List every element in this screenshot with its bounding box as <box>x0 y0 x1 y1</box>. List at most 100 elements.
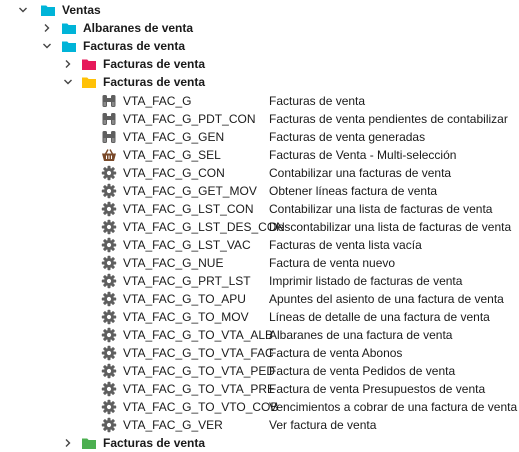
folder-icon <box>82 77 96 88</box>
tree-leaf-item[interactable]: VTA_FAC_G_LST_DES_CON Descontabilizar una… <box>0 218 519 236</box>
tree-leaf-item[interactable]: VTA_FAC_G_PDT_CON Facturas de venta pendi… <box>0 110 519 128</box>
item-description: Contabilizar una facturas de venta <box>269 166 452 180</box>
tree-leaf-item[interactable]: VTA_FAC_G_NUE Factura de venta nuevo <box>0 254 519 272</box>
gear-icon <box>101 399 117 415</box>
tree-node-label: Facturas de venta <box>103 57 206 71</box>
tree-leaf-item[interactable]: VTA_FAC_G_TO_VTA_ALB Albaranes de una fac… <box>0 326 519 344</box>
tree-node-label: Facturas de venta <box>83 39 186 53</box>
chevron-down-icon[interactable] <box>62 73 74 91</box>
gear-icon <box>101 309 117 325</box>
tree-node-label: Facturas de venta <box>103 75 206 89</box>
tree-node-label: Ventas <box>62 3 101 17</box>
item-description: Obtener líneas factura de venta <box>269 184 438 198</box>
tree-node-label: Facturas de venta <box>103 436 206 450</box>
item-description: Factura de venta Pedidos de venta <box>269 364 456 378</box>
tree-leaf-item[interactable]: VTA_FAC_G_TO_VTA_PRE Factura de venta Pre… <box>0 380 519 398</box>
item-description: Vencimientos a cobrar de una factura de … <box>269 400 518 414</box>
basket-icon <box>101 147 117 163</box>
item-code: VTA_FAC_G_GEN <box>123 130 225 144</box>
item-code: VTA_FAC_G_TO_VTA_FAC <box>123 346 274 360</box>
item-code: VTA_FAC_G_TO_MOV <box>123 310 249 324</box>
gear-icon <box>101 363 117 379</box>
chevron-right-icon[interactable] <box>62 55 74 73</box>
item-description: Facturas de venta <box>269 94 366 108</box>
item-description: Líneas de detalle de una factura de vent… <box>269 310 490 324</box>
binoculars-icon <box>101 129 117 145</box>
item-code: VTA_FAC_G_TO_VTA_PED <box>123 364 276 378</box>
tree-node-label: Albaranes de venta <box>83 21 194 35</box>
folder-icon <box>82 438 96 449</box>
gear-icon <box>101 345 117 361</box>
item-description: Factura de venta Presupuestos de venta <box>269 382 486 396</box>
tree-leaf-item[interactable]: VTA_FAC_G_LST_VAC Facturas de venta lista… <box>0 236 519 254</box>
tree-leaf-item[interactable]: VTA_FAC_G_TO_APU Apuntes del asiento de u… <box>0 290 519 308</box>
item-description: Imprimir listado de facturas de venta <box>269 274 463 288</box>
item-description: Factura de venta nuevo <box>269 256 396 270</box>
tree-leaf-item[interactable]: VTA_FAC_G_SEL Facturas de Venta - Multi-s… <box>0 146 519 164</box>
chevron-down-icon[interactable] <box>17 1 29 19</box>
chevron-right-icon[interactable] <box>41 19 53 37</box>
gear-icon <box>101 219 117 235</box>
item-code: VTA_FAC_G_TO_APU <box>123 292 246 306</box>
tree-node-facturas-de-venta-green[interactable]: Facturas de venta <box>0 434 519 452</box>
item-description: Descontabilizar una lista de facturas de… <box>269 220 512 234</box>
tree-leaf-item[interactable]: VTA_FAC_G_GEN Facturas de venta generadas <box>0 128 519 146</box>
chevron-down-icon[interactable] <box>41 37 53 55</box>
item-code: VTA_FAC_G_NUE <box>123 256 224 270</box>
item-description: Facturas de venta pendientes de contabil… <box>269 112 508 126</box>
gear-icon <box>101 327 117 343</box>
tree-leaf-item[interactable]: VTA_FAC_G_GET_MOV Obtener líneas factura … <box>0 182 519 200</box>
binoculars-icon <box>101 93 117 109</box>
item-description: Ver factura de venta <box>269 418 377 432</box>
item-code: VTA_FAC_G_PRT_LST <box>123 274 251 288</box>
tree-leaf-item[interactable]: VTA_FAC_G_CON Contabilizar una facturas d… <box>0 164 519 182</box>
tree-leaf-item[interactable]: VTA_FAC_G_TO_VTA_PED Factura de venta Ped… <box>0 362 519 380</box>
gear-icon <box>101 201 117 217</box>
gear-icon <box>101 165 117 181</box>
tree-leaf-item[interactable]: VTA_FAC_G_TO_MOV Líneas de detalle de una… <box>0 308 519 326</box>
item-code: VTA_FAC_G_TO_VTA_PRE <box>123 382 276 396</box>
folder-icon <box>41 5 55 16</box>
tree-node-albaranes-de-venta[interactable]: Albaranes de venta <box>0 19 519 37</box>
gear-icon <box>101 381 117 397</box>
gear-icon <box>101 273 117 289</box>
item-description: Facturas de venta lista vacía <box>269 238 422 252</box>
item-code: VTA_FAC_G_VER <box>123 418 223 432</box>
item-description: Facturas de Venta - Multi-selección <box>269 148 457 162</box>
tree-node-facturas-de-venta-yellow[interactable]: Facturas de venta <box>0 73 519 91</box>
item-code: VTA_FAC_G_LST_DES_CON <box>123 220 285 234</box>
binoculars-icon <box>101 111 117 127</box>
item-code: VTA_FAC_G_GET_MOV <box>123 184 257 198</box>
item-code: VTA_FAC_G_CON <box>123 166 225 180</box>
item-code: VTA_FAC_G_LST_CON <box>123 202 254 216</box>
item-description: Factura de venta Abonos <box>269 346 403 360</box>
tree-node-ventas[interactable]: Ventas <box>0 1 519 19</box>
item-code: VTA_FAC_G_TO_VTA_ALB <box>123 328 274 342</box>
item-code: VTA_FAC_G_SEL <box>123 148 221 162</box>
item-description: Apuntes del asiento de una factura de ve… <box>269 292 504 306</box>
chevron-right-icon[interactable] <box>62 434 74 452</box>
tree-leaf-item[interactable]: VTA_FAC_G_TO_VTA_FAC Factura de venta Abo… <box>0 344 519 362</box>
tree-leaf-item[interactable]: VTA_FAC_G_PRT_LST Imprimir listado de fac… <box>0 272 519 290</box>
tree-leaf-item[interactable]: VTA_FAC_G_VER Ver factura de venta <box>0 416 519 434</box>
folder-icon <box>62 41 76 52</box>
item-code: VTA_FAC_G_PDT_CON <box>123 112 256 126</box>
folder-icon <box>62 23 76 34</box>
item-description: Facturas de venta generadas <box>269 130 426 144</box>
item-code: VTA_FAC_G <box>123 94 192 108</box>
item-code: VTA_FAC_G_LST_VAC <box>123 238 251 252</box>
gear-icon <box>101 255 117 271</box>
folder-icon <box>82 59 96 70</box>
tree-node-facturas-de-venta-pink[interactable]: Facturas de venta <box>0 55 519 73</box>
tree-leaf-item[interactable]: VTA_FAC_G Facturas de venta <box>0 92 519 110</box>
tree-leaf-item[interactable]: VTA_FAC_G_TO_VTO_COB Vencimientos a cobra… <box>0 398 519 416</box>
tree-node-facturas-de-venta[interactable]: Facturas de venta <box>0 37 519 55</box>
gear-icon <box>101 291 117 307</box>
item-code: VTA_FAC_G_TO_VTO_COB <box>123 400 279 414</box>
gear-icon <box>101 417 117 433</box>
gear-icon <box>101 183 117 199</box>
item-description: Albaranes de una factura de venta <box>269 328 453 342</box>
gear-icon <box>101 237 117 253</box>
item-description: Contabilizar una lista de facturas de ve… <box>269 202 493 216</box>
tree-leaf-item[interactable]: VTA_FAC_G_LST_CON Contabilizar una lista … <box>0 200 519 218</box>
